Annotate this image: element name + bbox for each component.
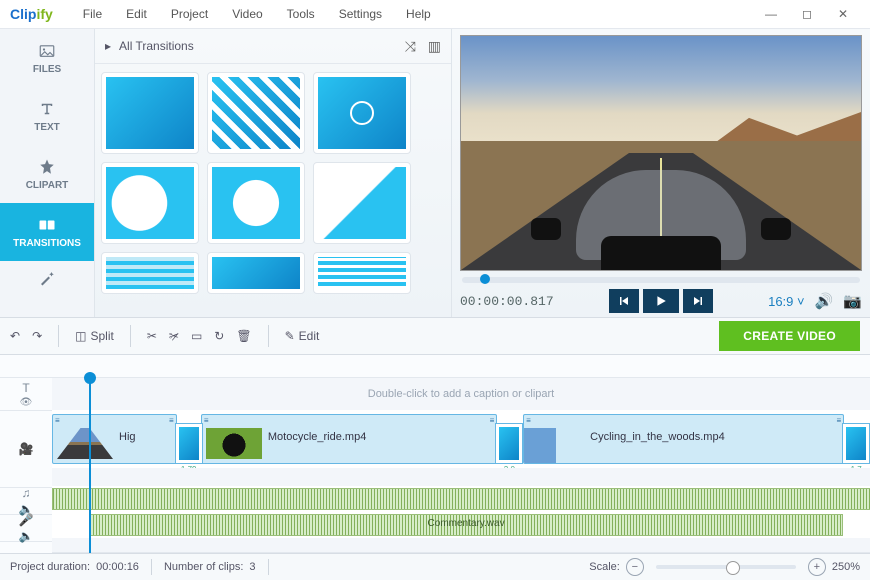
transition-clip[interactable]: 1.7 (842, 423, 870, 464)
music-track-icon: ♫ (22, 486, 31, 500)
mic-lane[interactable]: Commentary.wav (52, 512, 870, 539)
edit-clip-button[interactable]: ✎ Edit (285, 329, 320, 343)
sidebar-item-effects[interactable] (0, 261, 94, 295)
menu-bar: Clipify File Edit Project Video Tools Se… (0, 0, 870, 29)
track-head-music[interactable]: ♫🔈 (0, 488, 52, 515)
sidebar-label-files: FILES (33, 64, 61, 75)
preview-seek-bar[interactable] (462, 277, 860, 283)
video-clip[interactable]: ≡≡Cycling_in_the_woods.mp4 (523, 414, 844, 464)
shuffle-button[interactable]: ⤨ (405, 38, 416, 55)
menu-settings[interactable]: Settings (327, 7, 394, 21)
play-list-icon: ▸ (105, 39, 111, 53)
transition-item[interactable] (207, 72, 305, 154)
visibility-icon[interactable]: 👁 (20, 397, 33, 408)
maximize-button[interactable]: ◻ (790, 5, 824, 23)
redo-button[interactable]: ↷ (32, 329, 42, 343)
transitions-icon (38, 216, 56, 234)
app-logo: Clipify (10, 6, 53, 22)
video-clip[interactable]: ≡≡Hig (52, 414, 177, 464)
sidebar-label-transitions: TRANSITIONS (13, 238, 81, 249)
preview-viewport[interactable] (460, 35, 862, 271)
track-head-caption[interactable]: T👁 (0, 378, 52, 411)
snapshot-icon[interactable]: 📷 (843, 292, 862, 310)
menu-help[interactable]: Help (394, 7, 443, 21)
video-lane[interactable]: ≡≡Hig ≡≡Motocycle_ride.mp4 ≡≡Cycling_in_th… (52, 410, 870, 469)
zoom-out-button[interactable]: − (626, 558, 644, 576)
zoom-in-button[interactable]: + (808, 558, 826, 576)
cut-button[interactable]: ✂ (147, 329, 157, 343)
text-icon (38, 100, 56, 118)
browser-title: All Transitions (119, 39, 194, 53)
caption-hint: Double-click to add a caption or clipart (368, 388, 554, 400)
sidebar-label-clipart: CLIPART (26, 180, 69, 191)
music-clip[interactable] (52, 488, 870, 510)
create-video-button[interactable]: CREATE VIDEO (719, 321, 860, 351)
copy-button[interactable]: ▭ (191, 329, 202, 343)
play-button[interactable] (643, 289, 679, 313)
transition-item[interactable] (101, 162, 199, 244)
transitions-browser: ▸ All Transitions ⤨ ▥ (95, 29, 452, 317)
menu-project[interactable]: Project (159, 7, 220, 21)
clips-label: Number of clips: (164, 561, 243, 573)
status-bar: Project duration: 00:00:16 Number of cli… (0, 553, 870, 580)
transition-item[interactable] (101, 72, 199, 154)
caption-lane[interactable]: Double-click to add a caption or clipart (52, 378, 870, 411)
image-icon (38, 42, 56, 60)
mic-track-icon: 🎤 (19, 513, 34, 527)
prev-frame-button[interactable] (609, 289, 639, 313)
transition-item[interactable] (101, 252, 199, 294)
video-clip[interactable]: ≡≡Motocycle_ride.mp4 (201, 414, 497, 464)
duration-label: Project duration: (10, 561, 90, 573)
rotate-button[interactable]: ↻ (214, 329, 224, 343)
minimize-button[interactable]: ― (754, 5, 788, 23)
mic-clip[interactable]: Commentary.wav (89, 514, 844, 536)
sidebar-item-clipart[interactable]: CLIPART (0, 145, 94, 203)
sidebar-item-files[interactable]: FILES (0, 29, 94, 87)
menu-video[interactable]: Video (220, 7, 274, 21)
sidebar: FILES TEXT CLIPART TRANSITIONS (0, 29, 95, 317)
close-button[interactable]: ✕ (826, 5, 860, 23)
grid-view-button[interactable]: ▥ (428, 38, 441, 55)
transition-item[interactable] (207, 162, 305, 244)
scale-label: Scale: (589, 561, 620, 573)
transition-item[interactable] (313, 252, 411, 294)
track-head-mic[interactable]: 🎤🔈 (0, 515, 52, 542)
transition-clip[interactable]: 1.79 (175, 423, 203, 464)
timeline: 00:00:0200:00:0400:00:0600:00:0800:00:10… (0, 355, 870, 553)
next-frame-button[interactable] (683, 289, 713, 313)
duration-value: 00:00:16 (96, 561, 139, 573)
undo-button[interactable]: ↶ (10, 329, 20, 343)
speaker-icon[interactable]: 🔈 (19, 529, 34, 543)
preview-panel: 00:00:00.817 16:9 ˅ 🔊 📷 (452, 29, 870, 317)
text-track-icon: T (22, 381, 29, 395)
volume-icon[interactable]: 🔊 (815, 292, 834, 310)
zoom-slider[interactable] (656, 565, 796, 569)
aspect-ratio-button[interactable]: 16:9 ˅ (768, 294, 805, 309)
split-button[interactable]: ◫ Split (75, 329, 114, 343)
delete-button[interactable]: 🗑 (236, 329, 251, 343)
wand-icon (38, 269, 56, 287)
sidebar-item-transitions[interactable]: TRANSITIONS (0, 203, 94, 261)
scale-value: 250% (832, 561, 860, 573)
clip-toolbar: ↶ ↷ ◫ Split ✂ ✂̷ ▭ ↻ 🗑 ✎ Edit CREATE VID… (0, 317, 870, 355)
sidebar-item-text[interactable]: TEXT (0, 87, 94, 145)
transition-clip[interactable]: 2.0 (495, 423, 523, 464)
crop-button[interactable]: ✂̷ (169, 329, 179, 343)
video-track-icon: 🎥 (19, 442, 34, 456)
star-icon (38, 158, 56, 176)
menu-edit[interactable]: Edit (114, 7, 159, 21)
transition-item[interactable] (313, 162, 411, 244)
track-head-video[interactable]: 🎥 (0, 411, 52, 488)
transition-item[interactable] (313, 72, 411, 154)
transition-item[interactable] (207, 252, 305, 294)
menu-tools[interactable]: Tools (275, 7, 327, 21)
clips-value: 3 (249, 561, 255, 573)
sidebar-label-text: TEXT (34, 122, 60, 133)
playhead[interactable] (89, 378, 91, 553)
preview-timecode: 00:00:00.817 (460, 294, 554, 309)
music-lane[interactable] (52, 486, 870, 513)
menu-file[interactable]: File (71, 7, 114, 21)
